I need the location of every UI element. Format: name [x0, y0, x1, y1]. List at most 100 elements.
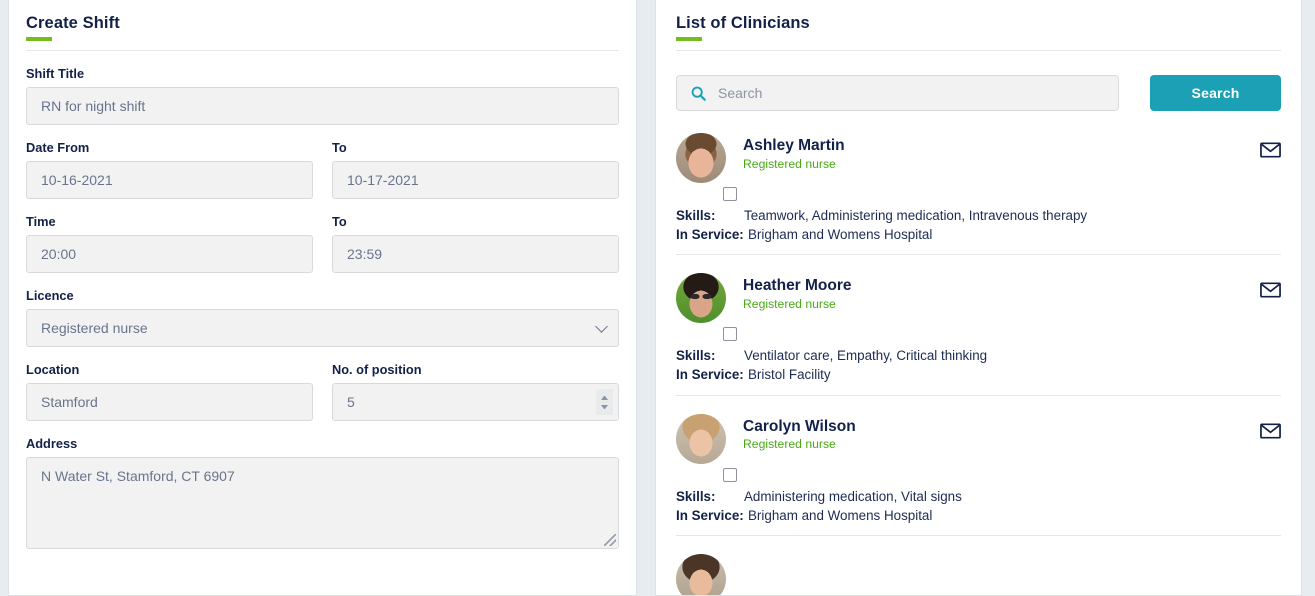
skills-label: Skills:: [676, 348, 716, 364]
skills-value: Ventilator care, Empathy, Critical think…: [744, 348, 988, 364]
search-input[interactable]: Search: [676, 75, 1119, 111]
clinician-identity: Carolyn Wilson Registered nurse: [743, 414, 856, 452]
list-item[interactable]: Ashley Martin Registered nurse Skills: T…: [676, 133, 1281, 256]
page-title: Create Shift: [26, 0, 120, 41]
clinician-meta: Skills: Administering medication, Vital …: [676, 488, 1281, 524]
clinician-identity: Ashley Martin Registered nurse: [743, 133, 845, 171]
clinicians-title: List of Clinicians: [676, 0, 810, 41]
date-to-label: To: [332, 140, 347, 155]
chevron-down-icon: [595, 320, 608, 333]
search-button[interactable]: Search: [1150, 75, 1281, 111]
skills-line: Skills: Teamwork, Administering medicati…: [676, 207, 1281, 224]
shift-title-label: Shift Title: [26, 66, 85, 81]
field-date-from: Date From 10-16-2021: [26, 140, 313, 199]
clinician-role: Registered nurse: [743, 437, 836, 452]
create-shift-panel: Create Shift Shift Title RN for night sh…: [8, 0, 637, 596]
skills-value: Administering medication, Vital signs: [744, 488, 962, 504]
date-row: Date From 10-16-2021 To 10-17-2021: [26, 140, 619, 199]
in-service-value: Bristol Facility: [748, 367, 831, 383]
in-service-value: Brigham and Womens Hospital: [748, 507, 933, 523]
date-from-input[interactable]: 10-16-2021: [26, 161, 313, 199]
field-shift-title: Shift Title RN for night shift: [26, 66, 619, 125]
field-date-to: To 10-17-2021: [332, 140, 619, 199]
licence-label: Licence: [26, 288, 74, 303]
location-input[interactable]: Stamford: [26, 383, 313, 421]
title-divider: [26, 50, 619, 51]
field-licence: Licence Registered nurse: [26, 288, 619, 347]
list-item[interactable]: Heather Moore Registered nurse Skills: V…: [676, 273, 1281, 396]
clinician-meta: Skills: Teamwork, Administering medicati…: [676, 207, 1281, 243]
chevron-up-icon[interactable]: [601, 395, 608, 400]
clinician-role: Registered nurse: [743, 156, 836, 171]
envelope-icon[interactable]: [1260, 423, 1281, 439]
select-clinician-checkbox[interactable]: [723, 327, 737, 342]
location-label: Location: [26, 362, 80, 377]
positions-value: 5: [347, 394, 355, 410]
in-service-line: In Service: Bristol Facility: [676, 366, 1281, 383]
positions-label: No. of position: [332, 362, 422, 377]
location-row: Location Stamford No. of position 5: [26, 362, 619, 421]
in-service-line: In Service: Brigham and Womens Hospital: [676, 507, 1281, 524]
skills-line: Skills: Administering medication, Vital …: [676, 488, 1281, 505]
list-item-partial[interactable]: [676, 553, 1281, 595]
skills-label: Skills:: [676, 208, 716, 223]
clinician-name: Heather Moore: [743, 277, 852, 295]
clinician-identity: Heather Moore Registered nurse: [743, 273, 852, 311]
envelope-icon[interactable]: [1260, 282, 1281, 298]
clinicians-title-divider: [676, 50, 1281, 51]
list-item[interactable]: Carolyn Wilson Registered nurse Skills: …: [676, 413, 1281, 536]
search-placeholder: Search: [718, 85, 763, 101]
address-textarea[interactable]: N Water St, Stamford, CT 6907: [26, 457, 619, 549]
clinician-header: Carolyn Wilson Registered nurse: [676, 413, 1281, 464]
shift-title-input[interactable]: RN for night shift: [26, 87, 619, 125]
time-to-label: To: [332, 214, 347, 229]
select-clinician-checkbox[interactable]: [723, 467, 737, 482]
chevron-down-icon[interactable]: [601, 404, 608, 409]
positions-stepper[interactable]: 5: [332, 383, 619, 421]
in-service-label: In Service:: [676, 227, 744, 243]
skills-value: Teamwork, Administering medication, Intr…: [744, 208, 1088, 223]
licence-selected-value: Registered nurse: [41, 320, 148, 336]
select-clinician-checkbox[interactable]: [723, 187, 737, 201]
address-label: Address: [26, 436, 78, 451]
clinician-role: Registered nurse: [743, 297, 836, 312]
envelope-icon[interactable]: [1260, 142, 1281, 158]
date-from-label: Date From: [26, 140, 90, 155]
clinician-header: Ashley Martin Registered nurse: [676, 133, 1281, 183]
date-to-input[interactable]: 10-17-2021: [332, 161, 619, 199]
time-from-input[interactable]: 20:00: [26, 235, 313, 273]
app-root: Create Shift Shift Title RN for night sh…: [0, 0, 1315, 596]
field-time-from: Time 20:00: [26, 214, 313, 273]
avatar: [676, 133, 726, 183]
search-row: Search Search: [676, 75, 1281, 111]
avatar: [676, 273, 726, 324]
clinician-name: Ashley Martin: [743, 137, 845, 154]
clinician-name: Carolyn Wilson: [743, 417, 856, 435]
avatar-image: [676, 413, 726, 464]
clinician-header: Heather Moore Registered nurse: [676, 273, 1281, 324]
skills-line: Skills: Ventilator care, Empathy, Critic…: [676, 347, 1281, 364]
resize-handle[interactable]: [604, 534, 616, 546]
time-row: Time 20:00 To 23:59: [26, 214, 619, 273]
field-address: Address N Water St, Stamford, CT 6907: [26, 436, 619, 549]
time-from-label: Time: [26, 214, 56, 229]
time-to-input[interactable]: 23:59: [332, 235, 619, 273]
search-icon: [691, 86, 706, 101]
in-service-value: Brigham and Womens Hospital: [748, 227, 933, 243]
in-service-label: In Service:: [676, 507, 744, 523]
in-service-label: In Service:: [676, 367, 744, 383]
stepper-arrows[interactable]: [596, 389, 613, 415]
avatar: [676, 553, 726, 595]
avatar-image: [676, 273, 726, 324]
avatar-image: [676, 133, 726, 183]
address-value: N Water St, Stamford, CT 6907: [41, 468, 235, 484]
field-location: Location Stamford: [26, 362, 313, 421]
field-positions: No. of position 5: [332, 362, 619, 421]
field-time-to: To 23:59: [332, 214, 619, 273]
clinicians-panel: List of Clinicians Search Search Ashley …: [655, 0, 1302, 596]
in-service-line: In Service: Brigham and Womens Hospital: [676, 226, 1281, 243]
skills-label: Skills:: [676, 488, 716, 504]
avatar: [676, 413, 726, 464]
licence-select[interactable]: Registered nurse: [26, 309, 619, 347]
clinician-meta: Skills: Ventilator care, Empathy, Critic…: [676, 347, 1281, 383]
